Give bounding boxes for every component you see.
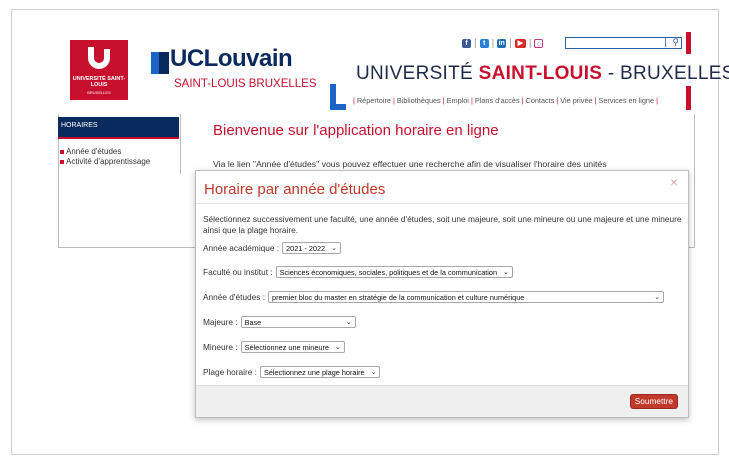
faculty-label: Faculté ou institut :: [203, 267, 273, 277]
chevron-down-icon: ⌄: [334, 344, 341, 351]
chevron-down-icon: ⌄: [345, 319, 352, 326]
sidebar-heading: HORAIRES: [58, 117, 179, 139]
nav-link-bibliotheques[interactable]: Bibliothèques: [397, 96, 441, 105]
search-divider: |: [664, 37, 667, 48]
major-label: Majeure :: [203, 317, 238, 327]
uclouvain-logo-text[interactable]: UCLouvain: [170, 45, 293, 73]
faculty-row: Faculté ou institut : Sciences économiqu…: [203, 266, 513, 278]
youtube-icon[interactable]: ▶: [514, 39, 526, 48]
faculty-select[interactable]: Sciences économiques, sociales, politiqu…: [275, 266, 513, 278]
dialog-footer: Soumettre: [196, 385, 688, 417]
minor-label: Mineure :: [203, 342, 238, 352]
academic-year-label: Année académique :: [203, 243, 280, 253]
page-title: UNIVERSITÉ SAINT-LOUIS - BRUXELLES: [356, 63, 729, 84]
usl-logo-text: UNIVERSITÉ SAINT-LOUIS: [72, 76, 126, 88]
uclouvain-mark: [151, 52, 169, 74]
study-year-row: Année d'études : premier bloc du master …: [203, 291, 665, 303]
time-range-select[interactable]: Sélectionnez une plage horaire ⌄: [259, 366, 381, 378]
social-links: f | t | in | ▶ | ○: [462, 38, 544, 49]
uclouvain-subtitle: SAINT-LOUIS BRUXELLES: [174, 78, 317, 90]
sidebar-item-activite[interactable]: Activité d'apprentissage: [60, 157, 150, 166]
dialog-title: Horaire par année d'études: [204, 181, 386, 198]
major-select[interactable]: Base ⌄: [240, 316, 356, 328]
nav-link-emploi[interactable]: Emploi: [447, 96, 469, 105]
major-row: Majeure : Base ⌄: [203, 316, 356, 328]
academic-year-select[interactable]: 2021 - 2022 ⌄: [282, 242, 341, 254]
nav-link-vie-privee[interactable]: Vie privée: [560, 96, 592, 105]
sidebar-item-label: Activité d'apprentissage: [66, 157, 151, 166]
top-nav: | Répertoire | Bibliothèques | Emploi | Plans d…: [353, 96, 658, 105]
bullet-icon: [60, 159, 64, 164]
usl-logo[interactable]: UNIVERSITÉ SAINT-LOUIS BRUXELLES: [70, 40, 128, 100]
header-accent-bar: [686, 32, 691, 54]
chevron-down-icon: ⌄: [654, 294, 661, 301]
intro-text: Via le lien "Année d'études" vous pouvez…: [213, 159, 607, 169]
blue-l-mark: [330, 84, 346, 110]
schedule-dialog: Horaire par année d'études ✕ Sélectionne…: [195, 170, 689, 418]
sidebar-item-label: Année d'études: [66, 147, 122, 156]
search-input[interactable]: | ⚲: [565, 37, 682, 49]
dialog-description: Sélectionnez successivement une faculté,…: [203, 214, 682, 235]
minor-row: Mineure : Sélectionnez une mineure ⌄: [203, 341, 345, 353]
linkedin-icon[interactable]: in: [497, 39, 507, 48]
usl-logo-mark: [88, 41, 110, 69]
study-year-select[interactable]: premier bloc du master en stratégie de l…: [268, 291, 665, 303]
bullet-icon: [60, 149, 64, 154]
welcome-heading: Bienvenue sur l'application horaire en l…: [213, 122, 499, 139]
time-range-row: Plage horaire : Sélectionnez une plage h…: [203, 366, 381, 378]
time-range-label: Plage horaire :: [203, 367, 257, 377]
chevron-down-icon: ⌄: [503, 269, 509, 276]
nav-link-plans[interactable]: Plans d'accès: [475, 96, 520, 105]
chevron-down-icon: ⌄: [370, 369, 377, 376]
close-icon[interactable]: ✕: [668, 178, 680, 190]
search-icon[interactable]: ⚲: [672, 37, 679, 48]
academic-year-row: Année académique : 2021 - 2022 ⌄: [203, 242, 341, 254]
dialog-divider: [196, 203, 688, 204]
submit-button[interactable]: Soumettre: [629, 394, 678, 409]
nav-link-contacts[interactable]: Contacts: [526, 96, 555, 105]
instagram-icon[interactable]: ○: [534, 39, 544, 48]
study-year-label: Année d'études :: [203, 292, 266, 302]
twitter-icon[interactable]: t: [479, 39, 489, 48]
nav-accent-bar: [686, 86, 691, 110]
content-divider: [180, 114, 181, 174]
nav-link-repertoire[interactable]: Répertoire: [357, 96, 391, 105]
usl-logo-subtext: BRUXELLES: [87, 90, 111, 95]
chevron-down-icon: ⌄: [331, 245, 337, 252]
nav-link-services[interactable]: Services en ligne: [598, 96, 654, 105]
facebook-icon[interactable]: f: [462, 39, 471, 48]
minor-select[interactable]: Sélectionnez une mineure ⌄: [240, 341, 345, 353]
sidebar-item-annee-etudes[interactable]: Année d'études: [60, 147, 121, 156]
